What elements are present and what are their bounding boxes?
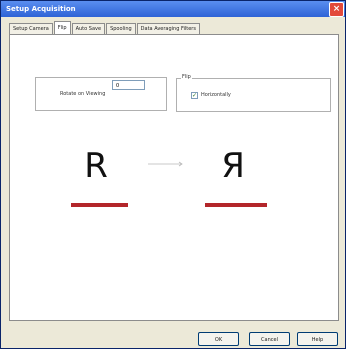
- tab-auto-save[interactable]: Auto Save: [71, 23, 106, 34]
- flip-group: Flip ✓ Horizontally: [176, 74, 331, 112]
- tab-strip: Setup Camera Flip Auto Save Spooling Dat…: [9, 21, 337, 34]
- cancel-button[interactable]: Cancel: [249, 332, 290, 346]
- horizontally-checkbox[interactable]: ✓: [191, 92, 198, 99]
- tab-flip[interactable]: Flip: [53, 21, 71, 34]
- flip-tab-panel: Rotate on Viewing Flip ✓ Horizontally R …: [9, 34, 339, 321]
- ok-button[interactable]: OK: [198, 332, 239, 346]
- original-letter: R: [84, 146, 108, 186]
- rotate-input[interactable]: 0: [112, 80, 145, 90]
- title-bar: Setup Acquisition ×: [1, 1, 345, 17]
- rotate-group: Rotate on Viewing: [35, 77, 167, 111]
- flipped-underline: [205, 203, 267, 207]
- flip-group-legend: Flip: [181, 74, 192, 80]
- tab-data-averaging-filters[interactable]: Data Averaging Filters: [136, 23, 200, 34]
- help-button[interactable]: Help: [297, 332, 338, 346]
- horizontally-label[interactable]: Horizontally: [201, 92, 231, 98]
- arrow-right-icon: [148, 161, 183, 167]
- flipped-letter: Я: [221, 146, 245, 186]
- rotate-label: Rotate on Viewing: [60, 91, 106, 97]
- setup-acquisition-dialog: Setup Acquisition × Setup Camera Flip Au…: [0, 0, 346, 349]
- window-title: Setup Acquisition: [6, 5, 76, 13]
- tab-spooling[interactable]: Spooling: [106, 23, 136, 34]
- close-button[interactable]: ×: [329, 2, 344, 17]
- tab-setup-camera[interactable]: Setup Camera: [9, 23, 53, 34]
- original-underline: [71, 203, 128, 207]
